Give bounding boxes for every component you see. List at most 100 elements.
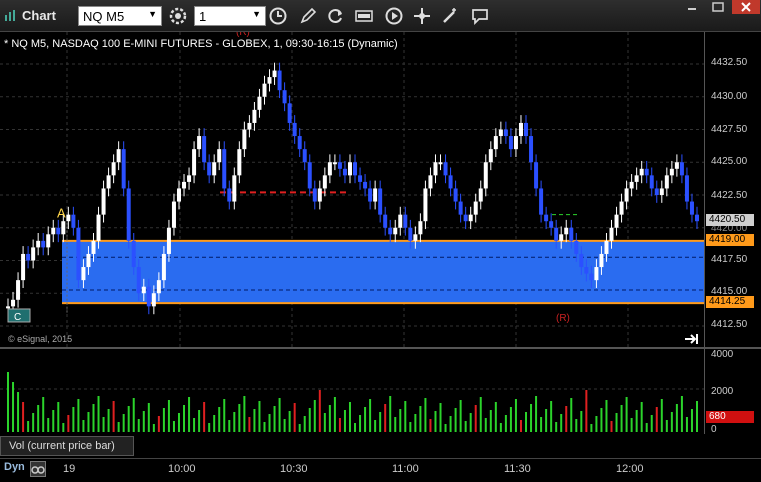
candle-body xyxy=(423,188,428,222)
candle-body xyxy=(136,267,141,294)
volume-bar xyxy=(333,397,336,432)
candle-body xyxy=(202,136,207,163)
volume-panel[interactable] xyxy=(0,349,704,434)
candle-body xyxy=(373,188,378,202)
clock-icon[interactable] xyxy=(268,6,288,26)
volume-axis[interactable]: 4000 2000 0 680 xyxy=(704,349,761,435)
scroll-to-end-icon[interactable] xyxy=(684,333,700,345)
volume-bar xyxy=(575,419,578,432)
candle-body xyxy=(217,149,222,163)
volume-bar xyxy=(509,407,512,432)
interval-selector[interactable]: 1 ▼ xyxy=(194,6,266,26)
volume-bar xyxy=(218,407,221,432)
candle-body xyxy=(207,162,212,176)
wand-icon[interactable] xyxy=(440,6,460,26)
dynamic-button[interactable]: Dyn xyxy=(4,461,25,473)
volume-bar xyxy=(258,401,261,432)
volume-bar xyxy=(394,417,397,432)
candle-body xyxy=(483,162,488,189)
chevron-down-icon[interactable]: ▼ xyxy=(252,9,261,19)
candle-body xyxy=(36,240,41,248)
volume-bar xyxy=(47,418,50,432)
interval-value: 1 xyxy=(199,9,207,24)
volume-bar xyxy=(117,422,120,432)
volume-bar xyxy=(550,401,553,432)
volume-bar xyxy=(359,415,362,432)
volume-bar xyxy=(354,423,357,432)
minimize-button[interactable] xyxy=(680,0,704,14)
volume-chart[interactable] xyxy=(0,349,704,434)
price-chart-panel[interactable]: A (R) (R) C xyxy=(0,27,704,347)
price-axis[interactable]: 4432.50 4430.00 4427.50 4425.00 4422.50 … xyxy=(704,32,761,347)
volume-bar xyxy=(504,415,507,432)
volume-bar xyxy=(424,398,427,432)
candle-body xyxy=(418,221,423,235)
candle-body xyxy=(56,227,61,235)
play-icon[interactable] xyxy=(384,6,404,26)
candle-body xyxy=(393,227,398,235)
chevron-down-icon[interactable]: ▼ xyxy=(148,9,157,19)
candle-body xyxy=(71,214,76,228)
candle-body xyxy=(121,149,126,189)
comment-icon[interactable] xyxy=(470,6,490,26)
close-button[interactable] xyxy=(732,0,760,14)
quote-icon[interactable] xyxy=(354,6,374,26)
volume-bar xyxy=(469,413,472,432)
candle-body xyxy=(176,188,181,202)
volume-bar xyxy=(615,413,618,432)
pencil-icon[interactable] xyxy=(298,6,318,26)
volume-bar xyxy=(263,422,266,432)
volume-bar xyxy=(303,416,306,432)
volume-bar xyxy=(152,424,155,432)
volume-bar xyxy=(379,412,382,432)
candle-body xyxy=(166,227,171,254)
candle-body xyxy=(31,247,36,261)
volume-bar xyxy=(62,423,65,432)
volume-bar xyxy=(660,399,663,432)
volume-bar xyxy=(283,419,286,432)
candle-body xyxy=(609,227,614,241)
volume-bar xyxy=(17,392,20,432)
maximize-button[interactable] xyxy=(706,0,730,14)
volume-bar xyxy=(655,407,658,432)
candle-body xyxy=(403,214,408,228)
marker-a: A xyxy=(57,205,66,220)
volume-bar xyxy=(77,399,80,432)
cursor-move-icon[interactable] xyxy=(412,6,432,26)
refresh-icon[interactable] xyxy=(326,6,346,26)
volume-bar xyxy=(107,409,110,432)
candle-body xyxy=(524,122,529,137)
candle-body xyxy=(327,162,332,176)
close-icon xyxy=(741,2,751,12)
candle-body xyxy=(317,188,322,202)
candle-body xyxy=(307,162,312,189)
volume-bar xyxy=(685,417,688,432)
volume-bar xyxy=(474,405,477,432)
candle-body xyxy=(564,227,569,235)
candle-body xyxy=(518,122,523,137)
volume-bar xyxy=(690,409,693,432)
candle-body xyxy=(443,162,448,176)
volume-bar xyxy=(142,411,145,432)
time-tick: 11:30 xyxy=(504,463,531,475)
candle-body xyxy=(322,175,327,189)
volume-bar xyxy=(675,404,678,432)
time-axis[interactable]: Dyn 19 10:00 10:30 11:00 11:30 12:00 xyxy=(0,458,761,482)
price-chart[interactable]: A(R)(R)C xyxy=(0,27,704,347)
candle-body xyxy=(26,253,31,261)
volume-bar xyxy=(384,404,387,432)
volume-tick: 2000 xyxy=(711,386,734,397)
candle-body xyxy=(287,103,292,123)
candle-body xyxy=(227,188,232,202)
candle-body xyxy=(559,234,564,241)
symbol-selector[interactable]: NQ M5 ▼ xyxy=(78,6,162,26)
volume-bar xyxy=(273,406,276,432)
volume-study-label[interactable]: Vol (current price bar) xyxy=(0,436,134,456)
candle-body xyxy=(664,175,669,189)
volume-bar xyxy=(233,412,236,432)
settings-icon[interactable] xyxy=(168,6,188,26)
binoculars-icon[interactable] xyxy=(30,461,46,477)
candle-body xyxy=(61,221,66,235)
volume-bar xyxy=(605,400,608,432)
candle-body xyxy=(297,136,302,150)
